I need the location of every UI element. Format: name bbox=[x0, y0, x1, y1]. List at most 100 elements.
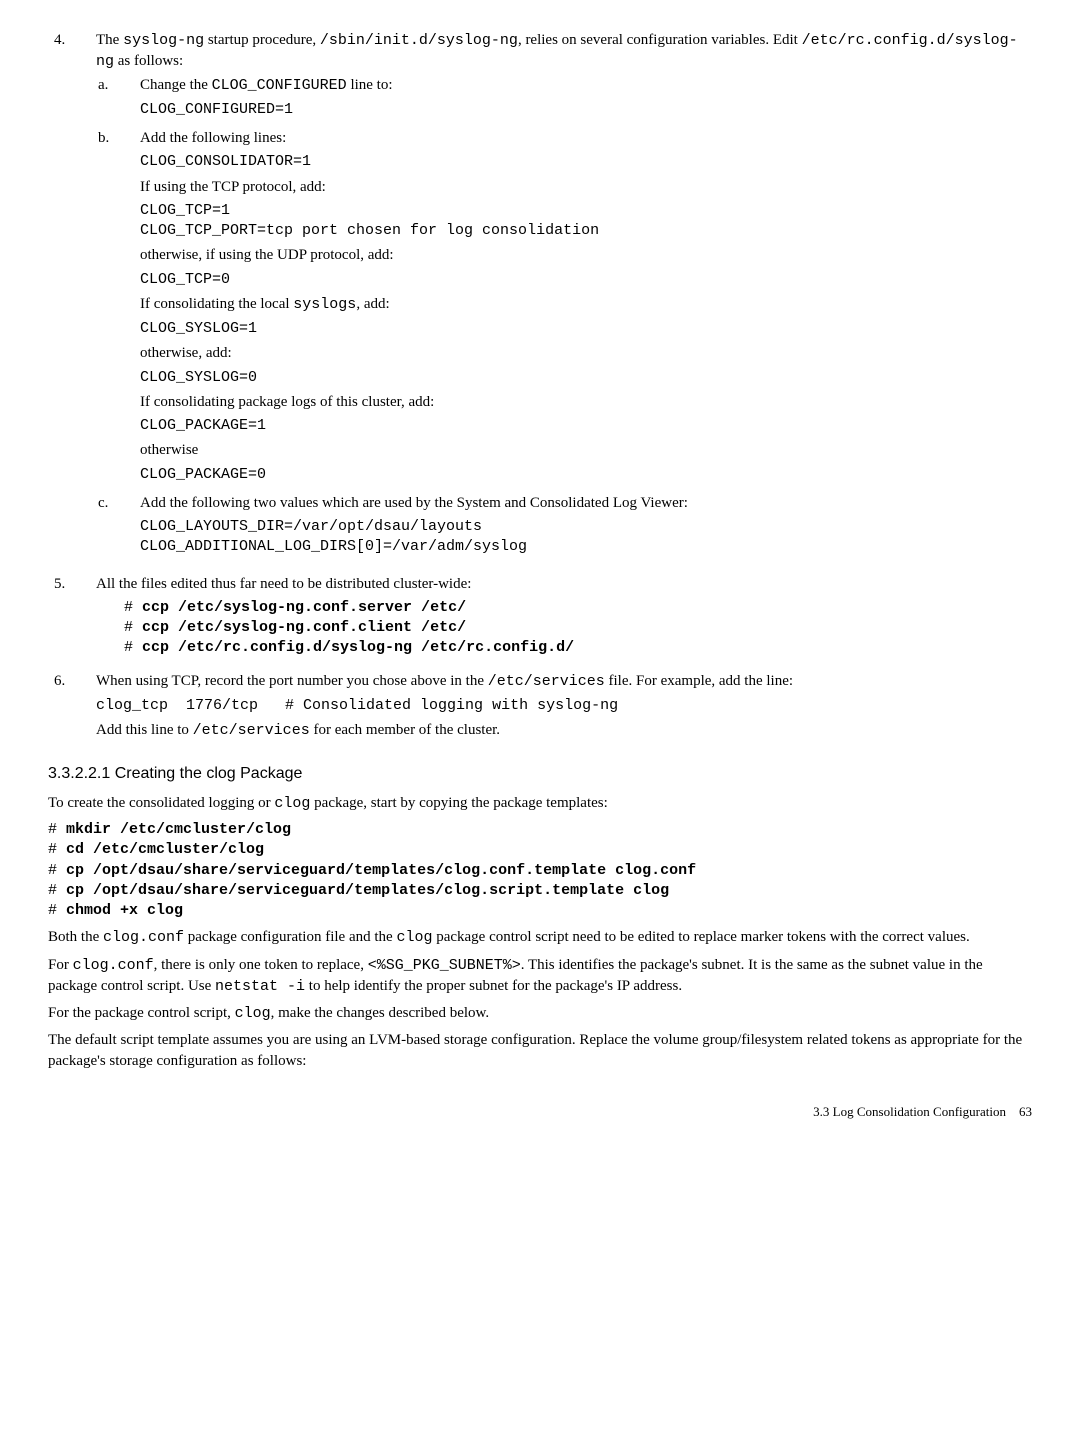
code-inline: clog bbox=[396, 929, 432, 946]
substep-body: Add the following lines: CLOG_CONSOLIDAT… bbox=[140, 128, 1032, 489]
paragraph: For clog.conf, there is only one token t… bbox=[48, 955, 1032, 998]
code-block: CLOG_TCP=0 bbox=[140, 270, 1032, 290]
text: startup procedure, bbox=[204, 32, 320, 48]
step-number: 4. bbox=[48, 30, 96, 566]
code-inline: /sbin/init.d/syslog-ng bbox=[320, 32, 518, 49]
text: If using the TCP protocol, add: bbox=[140, 177, 1032, 197]
substep-number: b. bbox=[96, 128, 140, 489]
code-block: CLOG_PACKAGE=0 bbox=[140, 465, 1032, 485]
paragraph: For the package control script, clog, ma… bbox=[48, 1003, 1032, 1024]
substep-body: Add the following two values which are u… bbox=[140, 493, 1032, 562]
command: ccp /etc/syslog-ng.conf.server /etc/ bbox=[142, 599, 466, 616]
command: cp /opt/dsau/share/serviceguard/template… bbox=[66, 862, 696, 879]
step-body: The syslog-ng startup procedure, /sbin/i… bbox=[96, 30, 1032, 566]
page-number: 63 bbox=[1019, 1104, 1032, 1119]
substeps: a. Change the CLOG_CONFIGURED line to: C… bbox=[96, 75, 1032, 562]
code-inline: clog.conf bbox=[103, 929, 184, 946]
code-block: CLOG_SYSLOG=1 bbox=[140, 319, 1032, 339]
code-inline: syslog-ng bbox=[123, 32, 204, 49]
code-block: clog_tcp 1776/tcp # Consolidated logging… bbox=[96, 696, 1032, 716]
command: cd /etc/cmcluster/clog bbox=[66, 841, 264, 858]
command: cp /opt/dsau/share/serviceguard/template… bbox=[66, 882, 669, 899]
prompt: # bbox=[48, 841, 66, 858]
step-4: 4. The syslog-ng startup procedure, /sbi… bbox=[48, 30, 1032, 566]
step-6: 6. When using TCP, record the port numbe… bbox=[48, 671, 1032, 742]
text: as follows: bbox=[114, 53, 183, 69]
text: If consolidating package logs of this cl… bbox=[140, 392, 1032, 412]
code-block: # ccp /etc/syslog-ng.conf.server /etc/ #… bbox=[124, 598, 1032, 659]
code-block: CLOG_CONFIGURED=1 bbox=[140, 100, 1032, 120]
text: Add this line to bbox=[96, 722, 193, 738]
text: , make the changes described below. bbox=[271, 1005, 490, 1021]
code-inline: clog bbox=[235, 1005, 271, 1022]
ordered-steps: 4. The syslog-ng startup procedure, /sbi… bbox=[48, 30, 1032, 741]
code-block: CLOG_CONSOLIDATOR=1 bbox=[140, 152, 1032, 172]
text: line to: bbox=[347, 77, 393, 93]
text: for each member of the cluster. bbox=[310, 722, 500, 738]
text: Add the following lines: bbox=[140, 128, 1032, 148]
prompt: # bbox=[48, 882, 66, 899]
text: package control script need to be edited… bbox=[432, 929, 969, 945]
section-heading: 3.3.2.2.1 Creating the clog Package bbox=[48, 763, 1032, 785]
text: package configuration file and the bbox=[184, 929, 396, 945]
text: If consolidating the local bbox=[140, 296, 293, 312]
code-inline: syslogs bbox=[293, 296, 356, 313]
substep-number: a. bbox=[96, 75, 140, 125]
code-block: CLOG_PACKAGE=1 bbox=[140, 416, 1032, 436]
text: For the package control script, bbox=[48, 1005, 235, 1021]
code-inline: /etc/services bbox=[193, 722, 310, 739]
prompt: # bbox=[124, 619, 142, 636]
text: Change the bbox=[140, 77, 212, 93]
text: To create the consolidated logging or bbox=[48, 795, 274, 811]
substep-b: b. Add the following lines: CLOG_CONSOLI… bbox=[96, 128, 1032, 489]
command: ccp /etc/syslog-ng.conf.client /etc/ bbox=[142, 619, 466, 636]
text: otherwise, add: bbox=[140, 343, 1032, 363]
command: mkdir /etc/cmcluster/clog bbox=[66, 821, 291, 838]
code-inline: netstat -i bbox=[215, 978, 305, 995]
prompt: # bbox=[124, 599, 142, 616]
text: package, start by copying the package te… bbox=[310, 795, 607, 811]
substep-c: c. Add the following two values which ar… bbox=[96, 493, 1032, 562]
text: If consolidating the local syslogs, add: bbox=[140, 294, 1032, 315]
prompt: # bbox=[48, 902, 66, 919]
code-inline: <%SG_PKG_SUBNET%> bbox=[368, 957, 521, 974]
prompt: # bbox=[48, 821, 66, 838]
text: otherwise bbox=[140, 440, 1032, 460]
step-body: When using TCP, record the port number y… bbox=[96, 671, 1032, 742]
text: file. For example, add the line: bbox=[605, 673, 793, 689]
substep-number: c. bbox=[96, 493, 140, 562]
text: , there is only one token to replace, bbox=[154, 957, 368, 973]
paragraph: To create the consolidated logging or cl… bbox=[48, 793, 1032, 814]
text: , relies on several configuration variab… bbox=[518, 32, 802, 48]
code-block: CLOG_TCP=1 CLOG_TCP_PORT=tcp port chosen… bbox=[140, 201, 1032, 242]
step-5: 5. All the files edited thus far need to… bbox=[48, 574, 1032, 663]
step-number: 5. bbox=[48, 574, 96, 663]
substep-a: a. Change the CLOG_CONFIGURED line to: C… bbox=[96, 75, 1032, 125]
text: For bbox=[48, 957, 73, 973]
text: otherwise, if using the UDP protocol, ad… bbox=[140, 245, 1032, 265]
prompt: # bbox=[124, 639, 142, 656]
page-footer: 3.3 Log Consolidation Configuration 63 bbox=[48, 1103, 1032, 1121]
text: Both the bbox=[48, 929, 103, 945]
text: , add: bbox=[356, 296, 389, 312]
text: All the files edited thus far need to be… bbox=[96, 574, 1032, 594]
command: chmod +x clog bbox=[66, 902, 183, 919]
code-inline: clog bbox=[274, 795, 310, 812]
code-inline: clog.conf bbox=[73, 957, 154, 974]
substep-body: Change the CLOG_CONFIGURED line to: CLOG… bbox=[140, 75, 1032, 125]
code-block: # mkdir /etc/cmcluster/clog # cd /etc/cm… bbox=[48, 820, 1032, 921]
code-inline: CLOG_CONFIGURED bbox=[212, 77, 347, 94]
code-block: CLOG_SYSLOG=0 bbox=[140, 368, 1032, 388]
text: Add the following two values which are u… bbox=[140, 493, 1032, 513]
footer-section: 3.3 Log Consolidation Configuration bbox=[813, 1104, 1006, 1119]
code-inline: /etc/services bbox=[488, 673, 605, 690]
paragraph: Both the clog.conf package configuration… bbox=[48, 927, 1032, 948]
paragraph: The default script template assumes you … bbox=[48, 1030, 1032, 1071]
step-body: All the files edited thus far need to be… bbox=[96, 574, 1032, 663]
text: The bbox=[96, 32, 123, 48]
text: to help identify the proper subnet for t… bbox=[305, 978, 682, 994]
prompt: # bbox=[48, 862, 66, 879]
command: ccp /etc/rc.config.d/syslog-ng /etc/rc.c… bbox=[142, 639, 574, 656]
code-block: CLOG_LAYOUTS_DIR=/var/opt/dsau/layouts C… bbox=[140, 517, 1032, 558]
step-number: 6. bbox=[48, 671, 96, 742]
